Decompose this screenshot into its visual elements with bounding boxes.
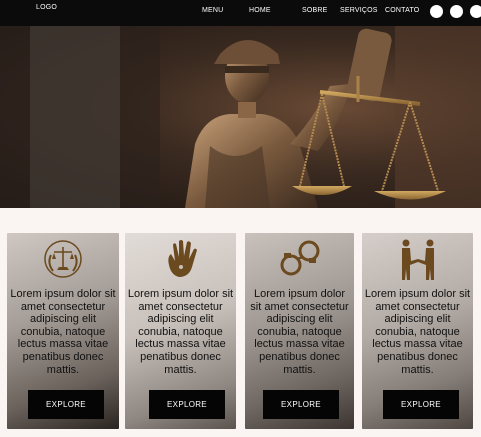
handcuffs-icon	[245, 237, 354, 281]
top-nav: LOGO MENU HOME SOBRE SERVIÇOS CONTATO	[0, 0, 481, 26]
explore-button[interactable]: EXPLORE	[263, 390, 339, 419]
service-card-1: Lorem ipsum dolor sit amet consectetur a…	[7, 233, 119, 429]
handprint-icon	[125, 237, 236, 281]
explore-button[interactable]: EXPLORE	[149, 390, 225, 419]
lady-justice-statue-image	[0, 26, 481, 208]
nav-link-menu[interactable]: MENU	[202, 7, 223, 14]
logo[interactable]: LOGO	[36, 4, 57, 11]
nav-link-sobre[interactable]: SOBRE	[302, 7, 328, 14]
service-card-4: Lorem ipsum dolor sit amet consectetur a…	[362, 233, 473, 429]
nav-link-home[interactable]: HOME	[249, 7, 271, 14]
card-description: Lorem ipsum dolor sit amet consectetur a…	[364, 288, 471, 376]
nav-link-servicos[interactable]: SERVIÇOS	[340, 7, 378, 14]
nav-link-contato[interactable]: CONTATO	[385, 7, 419, 14]
card-description: Lorem ipsum dolor sit amet consectetur a…	[127, 288, 234, 376]
social-icon-3[interactable]	[470, 5, 481, 18]
explore-button[interactable]: EXPLORE	[28, 390, 104, 419]
service-card-2: Lorem ipsum dolor sit amet consectetur a…	[125, 233, 236, 429]
social-icon-1[interactable]	[430, 5, 443, 18]
handshake-icon	[362, 237, 473, 281]
card-description: Lorem ipsum dolor sit amet consectetur a…	[10, 288, 116, 376]
hero-banner	[0, 26, 481, 208]
card-description: Lorem ipsum dolor sit amet consectetur a…	[250, 288, 349, 376]
scales-emblem-icon	[7, 237, 119, 281]
explore-button[interactable]: EXPLORE	[383, 390, 459, 419]
social-icon-2[interactable]	[450, 5, 463, 18]
service-card-3: Lorem ipsum dolor sit amet consectetur a…	[245, 233, 354, 429]
